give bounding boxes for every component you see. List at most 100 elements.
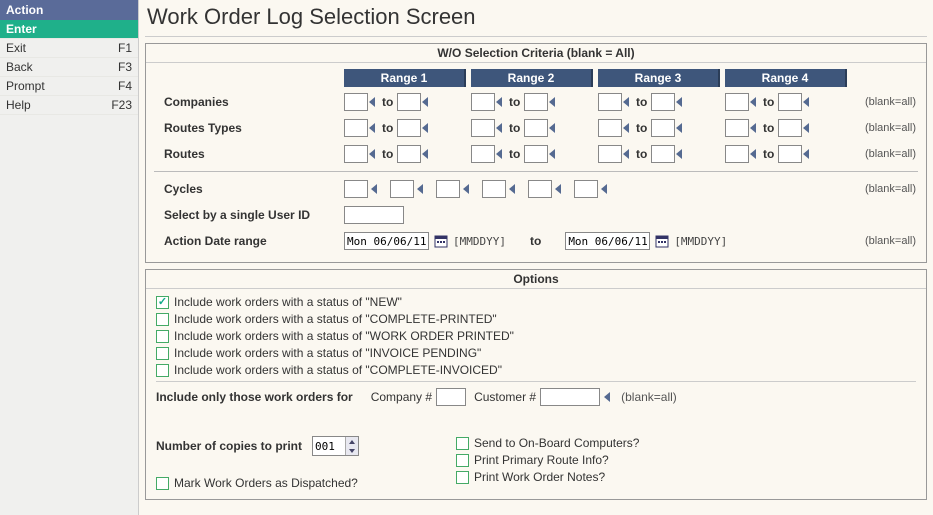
calendar-icon[interactable] xyxy=(433,233,449,249)
status-new-row: Include work orders with a status of "NE… xyxy=(156,295,916,309)
chevron-left-icon[interactable] xyxy=(622,147,632,161)
chevron-left-icon[interactable] xyxy=(495,147,505,161)
chevron-left-icon[interactable] xyxy=(495,121,505,135)
copies-spinner[interactable] xyxy=(312,436,359,456)
onboard-checkbox[interactable] xyxy=(456,437,469,450)
cycle-input-2[interactable] xyxy=(390,180,414,198)
sidebar-item-key: F1 xyxy=(118,41,132,55)
routetypes-r1-from[interactable] xyxy=(344,119,368,137)
chevron-left-icon[interactable] xyxy=(421,95,431,109)
chevron-left-icon[interactable] xyxy=(802,147,812,161)
sidebar-item-exit[interactable]: Exit F1 xyxy=(0,39,138,58)
chevron-left-icon[interactable] xyxy=(802,121,812,135)
sidebar-item-enter[interactable]: Enter xyxy=(0,20,138,39)
company-number-input[interactable] xyxy=(436,388,466,406)
routetypes-r2-to[interactable] xyxy=(524,119,548,137)
sidebar-item-help[interactable]: Help F23 xyxy=(0,96,138,115)
range-header-3: Range 3 xyxy=(598,69,720,87)
routes-r4-to[interactable] xyxy=(778,145,802,163)
routes-r3-to[interactable] xyxy=(651,145,675,163)
chevron-left-icon[interactable] xyxy=(368,121,378,135)
cycle-input-6[interactable] xyxy=(574,180,598,198)
notes-row: Print Work Order Notes? xyxy=(456,470,916,484)
companies-r2-from[interactable] xyxy=(471,93,495,111)
routes-r1-to[interactable] xyxy=(397,145,421,163)
status-invoice-pending-checkbox[interactable] xyxy=(156,347,169,360)
companies-r4-to[interactable] xyxy=(778,93,802,111)
copies-input[interactable] xyxy=(313,440,345,453)
chevron-left-icon[interactable] xyxy=(600,182,610,196)
customer-number-input[interactable] xyxy=(540,388,600,406)
chevron-left-icon[interactable] xyxy=(749,147,759,161)
routes-r4-from[interactable] xyxy=(725,145,749,163)
routetypes-r1-to[interactable] xyxy=(397,119,421,137)
routetypes-r2-from[interactable] xyxy=(471,119,495,137)
blank-hint: (blank=all) xyxy=(621,390,677,404)
chevron-left-icon[interactable] xyxy=(368,95,378,109)
cycle-input-4[interactable] xyxy=(482,180,506,198)
calendar-icon[interactable] xyxy=(654,233,670,249)
companies-r3-to[interactable] xyxy=(651,93,675,111)
status-complete-printed-checkbox[interactable] xyxy=(156,313,169,326)
blank-hint: (blank=all) xyxy=(865,235,916,247)
chevron-left-icon[interactable] xyxy=(548,95,558,109)
chevron-left-icon[interactable] xyxy=(495,95,505,109)
dispatched-checkbox[interactable] xyxy=(156,477,169,490)
chevron-left-icon[interactable] xyxy=(368,147,378,161)
sidebar-item-back[interactable]: Back F3 xyxy=(0,58,138,77)
status-invoice-pending-row: Include work orders with a status of "IN… xyxy=(156,346,916,360)
criteria-panel-title: W/O Selection Criteria (blank = All) xyxy=(146,44,926,63)
chevron-left-icon[interactable] xyxy=(603,390,613,404)
chevron-left-icon[interactable] xyxy=(421,121,431,135)
notes-label: Print Work Order Notes? xyxy=(474,470,605,484)
routetypes-r4-to[interactable] xyxy=(778,119,802,137)
primary-route-checkbox[interactable] xyxy=(456,454,469,467)
chevron-left-icon[interactable] xyxy=(462,182,472,196)
notes-checkbox[interactable] xyxy=(456,471,469,484)
companies-r1-from[interactable] xyxy=(344,93,368,111)
routetypes-r3-from[interactable] xyxy=(598,119,622,137)
spinner-up-icon[interactable] xyxy=(346,437,358,446)
chevron-left-icon[interactable] xyxy=(622,95,632,109)
chevron-left-icon[interactable] xyxy=(421,147,431,161)
chevron-left-icon[interactable] xyxy=(675,147,685,161)
routetypes-r3-to[interactable] xyxy=(651,119,675,137)
status-wo-printed-checkbox[interactable] xyxy=(156,330,169,343)
chevron-left-icon[interactable] xyxy=(675,95,685,109)
chevron-left-icon[interactable] xyxy=(675,121,685,135)
routetypes-r4-from[interactable] xyxy=(725,119,749,137)
spinner-down-icon[interactable] xyxy=(346,446,358,455)
status-new-checkbox[interactable] xyxy=(156,296,169,309)
sidebar-item-prompt[interactable]: Prompt F4 xyxy=(0,77,138,96)
cycle-input-1[interactable] xyxy=(344,180,368,198)
routes-r2-to[interactable] xyxy=(524,145,548,163)
chevron-left-icon[interactable] xyxy=(370,182,380,196)
to-label: to xyxy=(382,147,393,161)
routes-r1-from[interactable] xyxy=(344,145,368,163)
cycle-input-3[interactable] xyxy=(436,180,460,198)
page-title: Work Order Log Selection Screen xyxy=(145,0,927,37)
chevron-left-icon[interactable] xyxy=(622,121,632,135)
companies-r3-from[interactable] xyxy=(598,93,622,111)
chevron-left-icon[interactable] xyxy=(548,147,558,161)
companies-r4-from[interactable] xyxy=(725,93,749,111)
cycle-input-5[interactable] xyxy=(528,180,552,198)
chevron-left-icon[interactable] xyxy=(749,121,759,135)
status-complete-invoiced-checkbox[interactable] xyxy=(156,364,169,377)
date-to-input[interactable] xyxy=(565,232,650,250)
companies-r1-to[interactable] xyxy=(397,93,421,111)
chevron-left-icon[interactable] xyxy=(802,95,812,109)
userid-input[interactable] xyxy=(344,206,404,224)
routes-r2-from[interactable] xyxy=(471,145,495,163)
chevron-left-icon[interactable] xyxy=(548,121,558,135)
routes-r3-from[interactable] xyxy=(598,145,622,163)
chevron-left-icon[interactable] xyxy=(749,95,759,109)
companies-r2-to[interactable] xyxy=(524,93,548,111)
chevron-left-icon[interactable] xyxy=(554,182,564,196)
sidebar-item-key: F23 xyxy=(111,98,132,112)
date-from-input[interactable] xyxy=(344,232,429,250)
company-number-label: Company # xyxy=(371,390,432,404)
chevron-left-icon[interactable] xyxy=(508,182,518,196)
chevron-left-icon[interactable] xyxy=(416,182,426,196)
options-panel-title: Options xyxy=(146,270,926,289)
